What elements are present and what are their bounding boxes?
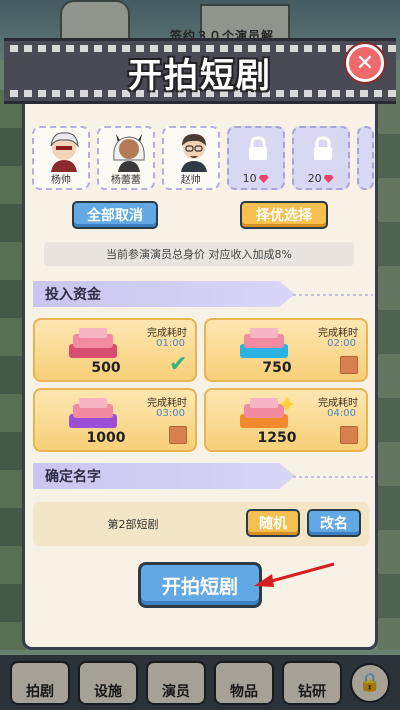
actor-slots: 杨帅 杨蕾蕾 赵帅 10 20 (32, 126, 374, 192)
fund-time-label: 完成耗时 (318, 328, 358, 339)
actor-slot[interactable]: 杨帅 (32, 126, 90, 190)
fund-amount: 1000 (86, 430, 126, 446)
drama-name-field[interactable]: 第2部短剧 (33, 502, 233, 546)
fund-amount: 1250 (257, 430, 297, 446)
fund-time: 02:00 (327, 338, 356, 349)
locked-actor-slot[interactable] (356, 126, 374, 190)
gem-icon (258, 175, 269, 183)
lock-icon (313, 136, 332, 160)
unlock-price: 20 (294, 172, 348, 185)
cash-stack-icon (240, 328, 288, 358)
actor-slot[interactable]: 赵帅 (161, 126, 220, 190)
fund-option[interactable]: 完成耗时 01:00 500 ✔ (33, 318, 197, 382)
horned-woman-avatar (113, 134, 145, 172)
actor-name: 赵帅 (180, 175, 201, 186)
name-section-title: 确定名字 (33, 463, 295, 489)
white-haired-man-avatar (50, 132, 79, 172)
fund-option[interactable]: 完成耗时 04:00 1250 (204, 388, 368, 452)
gem-icon (323, 175, 334, 183)
checkbox-icon (169, 426, 187, 444)
fund-time-label: 完成耗时 (147, 328, 187, 339)
actor-name: 杨帅 (50, 175, 71, 186)
actor-name: 杨蕾蕾 (110, 175, 141, 186)
unlock-price: 10 (229, 172, 283, 185)
fund-time-label: 完成耗时 (147, 398, 187, 409)
rename-button[interactable]: 改名 (307, 509, 361, 537)
ribbon-decoration (293, 294, 373, 296)
start-drama-button[interactable]: 开拍短剧 (138, 562, 262, 608)
fund-time-label: 完成耗时 (318, 398, 358, 409)
info-bar: 当前参演演员总身价 对应收入加成8% (44, 242, 354, 266)
locked-actor-slot[interactable]: 10 (226, 126, 285, 190)
fund-amount: 500 (91, 360, 121, 376)
fund-time: 04:00 (327, 408, 356, 419)
clear-all-button[interactable]: 全部取消 (72, 201, 158, 229)
red-arrow-icon (254, 562, 335, 587)
fund-time: 01:00 (156, 338, 185, 349)
locked-actor-slot[interactable]: 20 (291, 126, 350, 190)
random-name-button[interactable]: 随机 (246, 509, 300, 537)
cash-stack-icon (69, 398, 117, 428)
fund-option[interactable]: 完成耗时 03:00 1000 (33, 388, 197, 452)
lock-icon (248, 136, 267, 160)
ribbon-decoration (293, 476, 373, 478)
fund-option[interactable]: 完成耗时 02:00 750 (204, 318, 368, 382)
fund-section-title: 投入资金 (33, 281, 295, 307)
checkmark-icon: ✔ (169, 352, 188, 377)
checkbox-icon (340, 426, 358, 444)
checkbox-icon (340, 356, 358, 374)
close-icon[interactable]: ✕ (346, 44, 384, 82)
dialog-title: 开拍短剧 (128, 56, 272, 96)
fund-amount: 750 (262, 360, 292, 376)
actor-slot[interactable]: 杨蕾蕾 (96, 126, 155, 190)
glasses-man-avatar (180, 134, 207, 172)
fund-time: 03:00 (156, 408, 185, 419)
cash-stack-icon (240, 396, 294, 428)
best-pick-button[interactable]: 择优选择 (240, 201, 328, 229)
cash-stack-icon (69, 328, 117, 358)
